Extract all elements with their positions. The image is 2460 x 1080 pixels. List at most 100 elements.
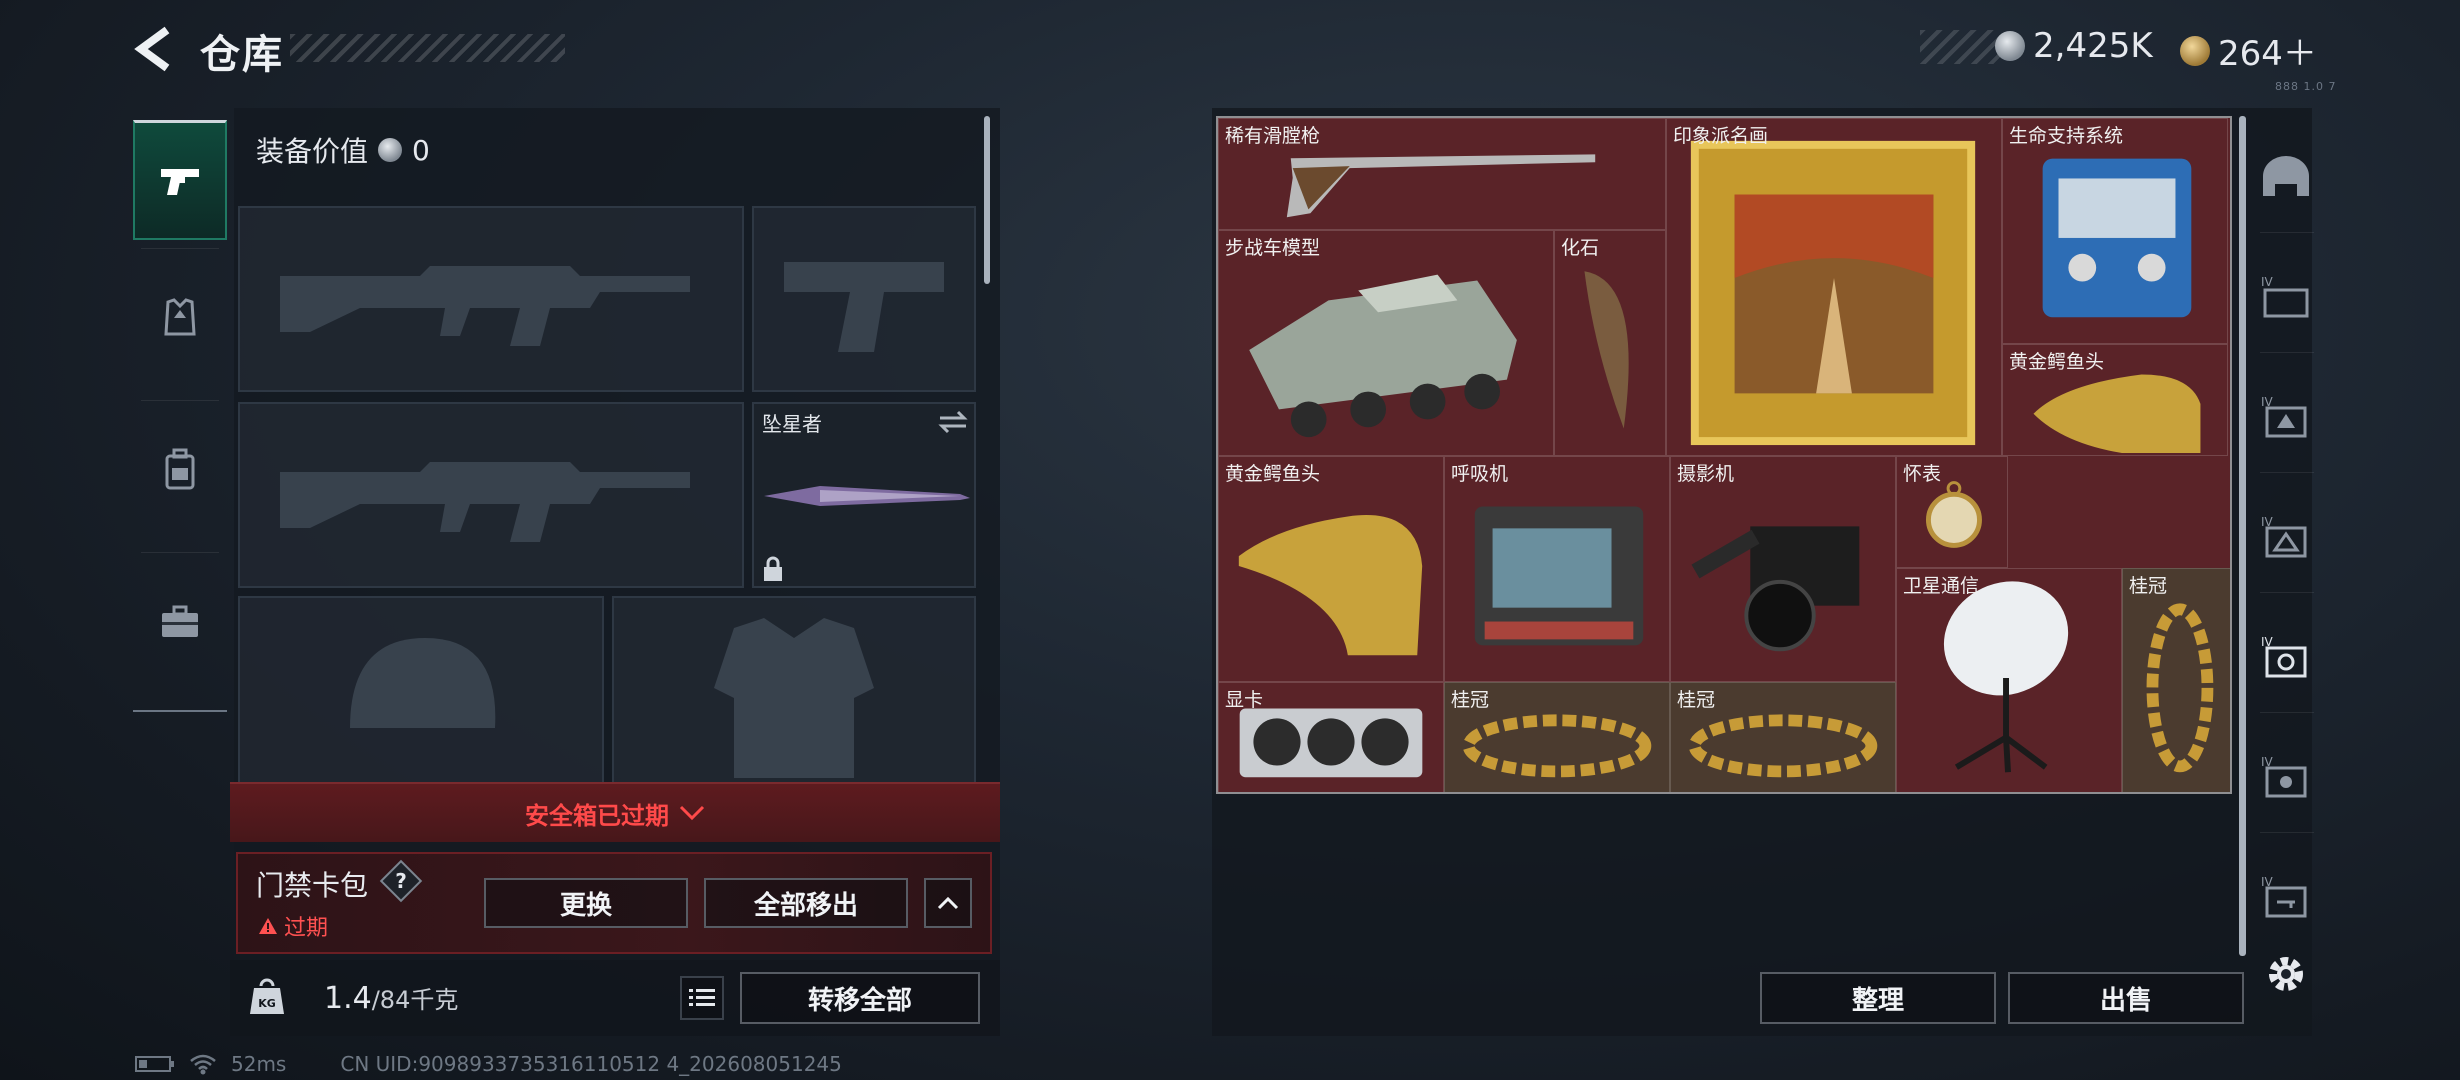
- stash-item[interactable]: 卫星通信: [1896, 568, 2122, 792]
- tab-stash-6[interactable]: IV: [2250, 720, 2322, 832]
- tab-stash-7[interactable]: IV: [2250, 840, 2322, 952]
- gold-currency[interactable]: 264＋: [2180, 26, 2317, 75]
- secondary-weapon-slot[interactable]: [238, 402, 744, 588]
- stash-item[interactable]: 桂冠: [1670, 682, 1896, 792]
- tab-case[interactable]: [133, 562, 227, 682]
- settings-button[interactable]: [2264, 952, 2308, 996]
- silver-coin-icon: [1995, 31, 2025, 61]
- painting-icon: [1690, 140, 1976, 446]
- stash-item[interactable]: 桂冠: [1444, 682, 1670, 792]
- tier4-case-icon: IV: [2261, 395, 2307, 438]
- laurel-icon: [2146, 603, 2214, 773]
- weight-icon: KG: [250, 978, 284, 1014]
- pistol-silhouette-icon: [784, 262, 944, 352]
- battery-icon: [135, 1056, 174, 1072]
- tier4-key-icon: IV: [2261, 875, 2307, 918]
- remove-all-button[interactable]: 全部移出: [704, 878, 908, 928]
- melee-slot[interactable]: 坠星者: [752, 402, 976, 588]
- stash-item[interactable]: 稀有滑膛枪: [1218, 118, 1666, 230]
- keycard-expired-status: 过期: [258, 910, 328, 942]
- version-text: 888 1.0 7: [2275, 80, 2337, 93]
- stash-item[interactable]: 步战车模型: [1218, 230, 1554, 456]
- safe-box-expired-banner[interactable]: 安全箱已过期: [230, 782, 1000, 842]
- svg-text:IV: IV: [2261, 275, 2274, 289]
- helmet-silhouette-icon: [350, 638, 496, 728]
- knife-icon: [764, 486, 970, 506]
- silver-currency: 2,425K: [1995, 26, 2153, 66]
- equipment-value: 装备价值 0: [256, 133, 430, 169]
- tab-weapons[interactable]: [133, 120, 227, 240]
- gold-coin-icon: [2180, 35, 2210, 66]
- armor-silhouette-icon: [714, 618, 874, 778]
- transfer-all-button[interactable]: 转移全部: [740, 972, 980, 1024]
- gold-croc-head-icon: [1238, 515, 1423, 656]
- fossil-icon: [1584, 271, 1629, 429]
- change-button[interactable]: 更换: [484, 878, 688, 928]
- tab-armor[interactable]: [133, 258, 227, 378]
- title-decoration: [290, 34, 565, 62]
- tab-stash-main[interactable]: [2250, 120, 2322, 232]
- stash-item[interactable]: 印象派名画: [1666, 118, 2002, 456]
- rifle-silhouette-icon: [280, 266, 690, 346]
- camera-icon: [1691, 526, 1860, 652]
- satellite-dish-icon: [1943, 581, 2069, 773]
- equipment-scrollbar[interactable]: [984, 116, 990, 284]
- status-bar: 52ms CN UID:9098933735316110512 4_202608…: [135, 1052, 842, 1076]
- ventilator-icon: [1474, 506, 1644, 646]
- stash-scrollbar[interactable]: [2239, 116, 2246, 956]
- collapse-button[interactable]: [924, 878, 972, 928]
- gear-icon: [2269, 957, 2303, 991]
- silver-coin-icon: [378, 138, 403, 162]
- stash-item[interactable]: 显卡: [1218, 682, 1444, 792]
- backpack-icon: [165, 448, 195, 490]
- chevron-up-icon: [937, 896, 959, 910]
- sell-button[interactable]: 出售: [2008, 972, 2244, 1024]
- stash-item[interactable]: 黄金鳄鱼头: [2002, 344, 2228, 456]
- stash-item[interactable]: 怀表: [1896, 456, 2008, 568]
- tab-stash-2[interactable]: IV: [2250, 240, 2322, 352]
- pistol-slot[interactable]: [752, 206, 976, 392]
- chevron-down-icon: [679, 805, 705, 821]
- tab-stash-4[interactable]: IV: [2250, 480, 2322, 592]
- armor-slot[interactable]: [612, 596, 976, 786]
- warning-icon: [259, 918, 277, 934]
- svg-text:KG: KG: [258, 997, 276, 1010]
- keycard-title: 门禁卡包: [256, 869, 369, 902]
- vest-icon: [164, 298, 196, 336]
- sort-button[interactable]: 整理: [1760, 972, 1996, 1024]
- stash-item[interactable]: 摄影机: [1670, 456, 1896, 682]
- briefcase-icon: [162, 605, 198, 637]
- back-button[interactable]: [133, 26, 179, 72]
- tier4-armor-icon: IV: [2261, 515, 2307, 558]
- tab-stash-5[interactable]: IV: [2250, 600, 2322, 712]
- tab-backpack[interactable]: [133, 410, 227, 530]
- tab-stash-3[interactable]: IV: [2250, 360, 2322, 472]
- swap-icon[interactable]: [938, 410, 968, 434]
- tier4-vault-icon: IV: [2261, 755, 2307, 798]
- helmet-slot[interactable]: [238, 596, 604, 786]
- left-tab-bar: [133, 108, 227, 712]
- back-arrow-icon: [134, 26, 170, 72]
- list-view-button[interactable]: [680, 976, 724, 1020]
- helmet-icon: [2263, 156, 2309, 196]
- wifi-icon: [190, 1054, 216, 1075]
- weight-value: 1.4/84千克: [324, 981, 459, 1016]
- uid-text: CN UID:9098933735316110512 4_20260805124…: [340, 1052, 842, 1076]
- tier4-box-icon: IV: [2261, 275, 2309, 318]
- page-title: 仓库: [200, 32, 284, 78]
- stash-grid: 稀有滑膛枪 印象派名画 生命支持系统 步战车模型 化石 黄金鳄鱼头 黄金鳄鱼头 …: [1216, 116, 2232, 794]
- ifv-model-icon: [1249, 274, 1517, 438]
- life-support-icon: [2042, 158, 2192, 318]
- stash-item[interactable]: 黄金鳄鱼头: [1218, 456, 1444, 682]
- stash-item[interactable]: 呼吸机: [1444, 456, 1670, 682]
- stash-item[interactable]: 生命支持系统: [2002, 118, 2228, 344]
- pistol-icon: [161, 168, 199, 195]
- stash-item[interactable]: 化石: [1554, 230, 1666, 456]
- primary-weapon-slot[interactable]: [238, 206, 744, 392]
- stash-item[interactable]: 桂冠: [2122, 568, 2230, 792]
- tier4-safe-icon: IV: [2261, 635, 2307, 678]
- ping-text: 52ms: [231, 1052, 287, 1076]
- lock-icon: [764, 556, 782, 581]
- rifle-silhouette-icon: [280, 462, 690, 542]
- currency-decoration: [1920, 30, 2000, 64]
